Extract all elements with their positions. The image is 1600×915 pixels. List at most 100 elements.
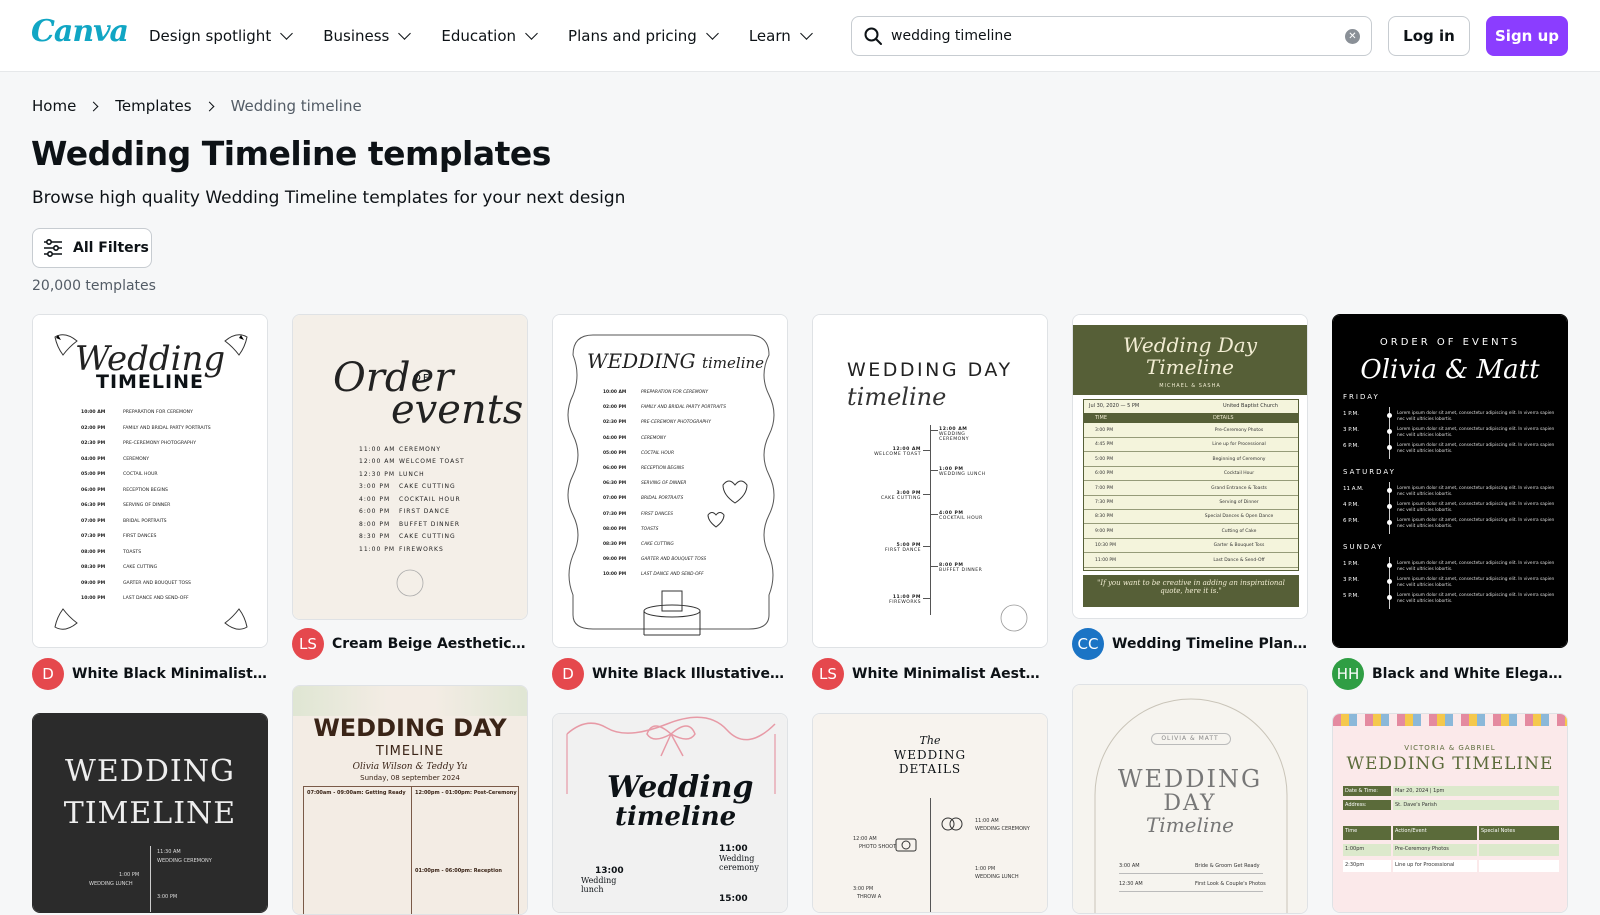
template-card-thumbnail[interactable]: The WEDDING DETAILS 12:00 AM PHOTO SHOOT… — [812, 713, 1048, 913]
row-event: SERVING OF DINNER — [123, 503, 171, 509]
template-card-thumbnail[interactable]: VICTORIA & GABRIEL WEDDING TIMELINE Date… — [1332, 713, 1568, 913]
row-time: 08:30 PM — [603, 541, 627, 547]
row-time-1: 1:00pm — [1343, 844, 1391, 856]
nav-design-spotlight[interactable]: Design spotlight — [149, 27, 294, 45]
thumb-heading: ORDER OF EVENTS — [1379, 337, 1521, 348]
thumb-subheading: Olivia & Matt — [1360, 355, 1540, 385]
schedule-detail: Beginning of Ceremony — [1212, 456, 1266, 462]
couple-names: MICHAEL & SASHA — [1159, 383, 1221, 389]
timeline-item-right: 1:00 PM WEDDING LUNCH — [939, 467, 989, 477]
info-label-date: Date & Time: — [1343, 786, 1391, 796]
time-2: 1:00 PM — [119, 872, 140, 878]
signup-button[interactable]: Sign up — [1486, 16, 1568, 56]
author-avatar[interactable]: D — [32, 658, 64, 690]
event-date: Sunday, 08 september 2024 — [360, 774, 460, 782]
nav-plans-and-pricing[interactable]: Plans and pricing — [568, 27, 719, 45]
event-desc: Lorem ipsum dolor sit amet, consectetur … — [1397, 561, 1555, 572]
row-divider — [1119, 891, 1263, 892]
row-event: GARTER AND BOUQUET TOSS — [123, 580, 191, 586]
label-2: WEDDING LUNCH — [89, 881, 133, 887]
template-card-thumbnail[interactable]: Wedding TIMELINE 10:00 AM PREPARATION FOR… — [32, 314, 268, 648]
event-time: 1 P.M. — [1343, 411, 1359, 417]
template-title[interactable]: White Minimalist Aesthetic Wedding Day T… — [852, 666, 1048, 682]
event-time: 3 P.M. — [1343, 577, 1359, 583]
row-event: CEREMONY — [641, 435, 666, 441]
event-venue: United Baptist Church — [1223, 403, 1278, 409]
template-card-meta: D White Black Minimalist Simple Wedding … — [32, 658, 268, 690]
template-card-meta: D White Black Illustative Wedding Timeli… — [552, 658, 788, 690]
template-card-thumbnail[interactable]: WEDDING TIMELINE 11:30 AM WEDDING CEREMO… — [32, 713, 268, 913]
schedule-detail: Serving of Dinner — [1219, 500, 1259, 505]
event-time: 11 A.M. — [1343, 486, 1364, 492]
section-right: 12:00pm - 01:00pm: Post-Ceremony — [415, 790, 517, 796]
template-card-thumbnail[interactable]: WEDDING DAY TIMELINE Olivia Wilson & Ted… — [292, 685, 528, 915]
author-avatar[interactable]: CC — [1072, 628, 1104, 660]
author-avatar[interactable]: HH — [1332, 658, 1364, 690]
col-event: Action/Event — [1393, 826, 1477, 840]
chevron-right-icon — [204, 101, 215, 111]
schedule-row-line — [1083, 451, 1299, 453]
event-bullet — [1387, 563, 1392, 568]
row-time: 07:30 PM — [81, 534, 106, 540]
info-value-date: Mar 20, 2024 | 1pm — [1393, 786, 1559, 796]
canva-logo[interactable]: Canva — [31, 14, 129, 49]
nav-learn[interactable]: Learn — [748, 27, 813, 45]
thumb-subheading: WEDDING — [893, 748, 967, 762]
template-title[interactable]: Cream Beige Aesthetic Wedding Order of E… — [332, 636, 528, 652]
timeline-row: 10:00 AM PREPARATION FOR CEREMONY — [81, 405, 231, 421]
item-label: CAKE CUTTING — [880, 496, 921, 501]
row-event: RECEPTION BEGINS — [641, 466, 684, 472]
template-title[interactable]: White Black Minimalist Simple Wedding Ti… — [72, 666, 268, 682]
schedule-detail: Line up for Processional — [1212, 442, 1266, 448]
row-time: 05:00 PM — [603, 450, 627, 456]
chevron-down-icon — [705, 27, 719, 40]
day-heading: SUNDAY — [1343, 543, 1384, 551]
thumb-heading-text: WEDDING — [587, 349, 696, 373]
schedule-time: 7:30 PM — [1095, 500, 1114, 505]
search-input[interactable] — [891, 28, 1321, 44]
row-event: CEREMONY — [399, 445, 441, 453]
timeline-item-left: 5:00 PM FIRST DANCE — [871, 543, 921, 553]
timeline-row: 07:30 PM FIRST DANCES — [603, 507, 763, 522]
timeline-row: 05:00 PM COCTAIL HOUR — [81, 467, 231, 483]
template-card-thumbnail[interactable]: ORDER OF EVENTS Olivia & Matt FRIDAY 1 P.… — [1332, 314, 1568, 648]
all-filters-button[interactable]: All Filters — [32, 228, 152, 268]
breadcrumb-home[interactable]: Home — [32, 97, 76, 115]
template-title[interactable]: Black and White Elegant Wedding Order of… — [1372, 666, 1568, 682]
template-title[interactable]: White Black Illustative Wedding Timeline — [592, 666, 788, 682]
template-card-thumbnail[interactable]: Wedding timeline 11:00 Wedding ceremony … — [552, 713, 788, 913]
breadcrumb-templates[interactable]: Templates — [115, 97, 191, 115]
schedule-time: 5:00 PM — [1095, 456, 1114, 462]
template-card-thumbnail[interactable]: WEDDING DAY timeline 12:00 AM WELCOME TOA… — [812, 314, 1048, 648]
tick-mark — [931, 430, 938, 431]
template-card-thumbnail[interactable]: OLIVIA & MATT WEDDING DAY Timeline 3:00 … — [1072, 684, 1308, 914]
clear-search-icon[interactable]: ✕ — [1345, 29, 1360, 44]
timeline-row: 8:30 PM CAKE CUTTING — [359, 531, 489, 544]
label-2: Wedding lunch — [581, 876, 617, 894]
template-card-thumbnail[interactable]: Wedding Day Timeline MICHAEL & SASHA Jul… — [1072, 314, 1308, 619]
tick-mark — [923, 494, 930, 495]
login-button[interactable]: Log in — [1388, 16, 1470, 56]
author-avatar[interactable]: LS — [812, 658, 844, 690]
event-time: 4 P.M. — [1343, 502, 1359, 508]
template-card-thumbnail[interactable]: WEDDING timeline 10:00 AM PREPARATION FOR… — [552, 314, 788, 648]
item-label: WEDDING CEREMONY — [939, 432, 970, 442]
time-1: 3:00 AM — [1119, 863, 1140, 869]
schedule-row-line — [1083, 523, 1299, 525]
row-event: COCTAIL HOUR — [123, 472, 158, 478]
template-card-thumbnail[interactable]: Order OF events 11:00 AM CEREMONY 12:00 AM… — [292, 314, 528, 620]
col-notes: Special Notes — [1479, 826, 1559, 840]
nav-business[interactable]: Business — [323, 27, 412, 45]
event-desc: Lorem ipsum dolor sit amet, consectetur … — [1397, 502, 1555, 513]
col-time: TIME — [1095, 415, 1108, 421]
camera-icon — [895, 838, 917, 852]
nav-education[interactable]: Education — [441, 27, 538, 45]
nav-label: Learn — [748, 27, 791, 45]
thumb-subheading: timeline — [615, 802, 737, 832]
author-avatar[interactable]: D — [552, 658, 584, 690]
author-avatar[interactable]: LS — [292, 628, 324, 660]
template-title[interactable]: Wedding Timeline Planner Schedule — [1112, 636, 1308, 652]
thumb-script-heading: Timeline — [1145, 813, 1235, 837]
tick-mark — [931, 514, 938, 515]
all-filters-label: All Filters — [73, 240, 149, 256]
